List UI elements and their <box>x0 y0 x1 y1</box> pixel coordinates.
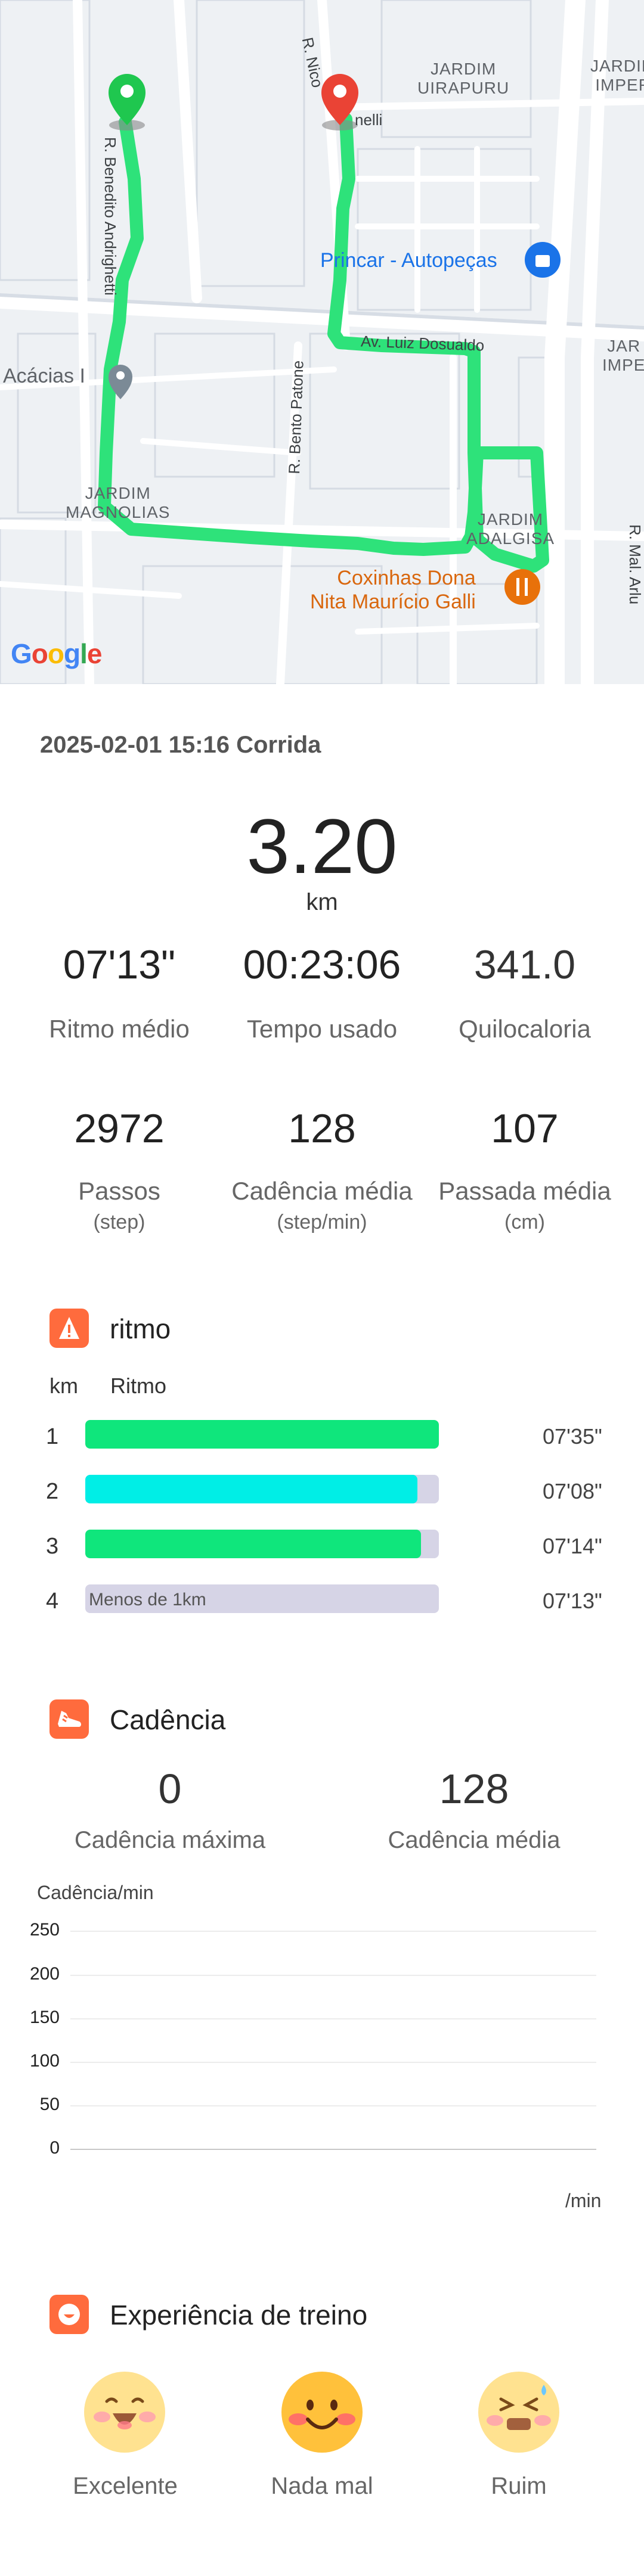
cadence-title: Cadência <box>110 1704 226 1735</box>
pace-bar-track <box>85 1420 439 1449</box>
time-used-label: Tempo usado <box>246 1015 398 1043</box>
label-jardim-imper-mid: JAR IMPE <box>602 337 644 374</box>
gridline <box>70 1975 596 1976</box>
poi-princar-label[interactable]: Princar - Autopeças <box>320 249 497 272</box>
shoe-icon <box>58 1711 81 1727</box>
label-jardim-magnolias: JARDIM MAGNOLIAS <box>66 484 171 521</box>
max-cadence-value: 0 <box>158 1766 182 1812</box>
calories-value: 341.0 <box>473 942 576 987</box>
pace-col-km: km <box>49 1374 78 1398</box>
ytick-label: 150 <box>29 2008 60 2027</box>
activity-header: 2025-02-01 15:16 Corrida <box>40 732 321 759</box>
steps-unit: (step) <box>93 1211 145 1233</box>
pace-col-pace: Ritmo <box>110 1374 167 1398</box>
steps-label: Passos <box>78 1177 160 1205</box>
gridline <box>70 2062 596 2063</box>
pace-bar-track <box>85 1530 439 1558</box>
smiling-face-icon[interactable] <box>280 2370 364 2454</box>
ytick-label: 0 <box>49 2138 60 2158</box>
experience-option-label[interactable]: Nada mal <box>250 2473 394 2500</box>
google-logo: Google <box>11 638 102 669</box>
pace-title: ritmo <box>110 1313 171 1344</box>
avg-cadence-value: 128 <box>288 1106 356 1151</box>
pace-row-km: 4 <box>46 1589 59 1614</box>
activity-type: Corrida <box>236 732 321 758</box>
pace-row-value: 07'14" <box>543 1534 602 1558</box>
calories-label: Quilocaloria <box>459 1015 591 1043</box>
gridline <box>70 2018 596 2019</box>
street-benedito-label: R. Benedito Andrighetti <box>101 137 119 296</box>
cadence-chart-ylabel: Cadência/min <box>37 1882 154 1903</box>
pace-bar-fill <box>85 1475 418 1503</box>
experience-option-label[interactable]: Ruim <box>447 2473 590 2500</box>
gridline <box>70 1931 596 1932</box>
pace-row-km: 3 <box>46 1534 59 1559</box>
label-jardim-adalgisa: JARDIM ADALGISA <box>466 510 555 548</box>
avg-stride-value: 107 <box>491 1106 559 1151</box>
cadence-section-icon <box>49 1699 89 1739</box>
experience-section-icon <box>49 2295 89 2334</box>
pace-row-value: 07'08" <box>543 1479 602 1503</box>
gridline <box>70 2105 596 2106</box>
avg-stride-unit: (cm) <box>504 1211 545 1233</box>
avg-stride-label: Passada média <box>438 1177 611 1205</box>
street-nelli-label: nelli <box>355 111 383 129</box>
warning-icon <box>59 1317 79 1339</box>
label-jardim-imper-top: JARDIM IMPER <box>590 57 644 94</box>
avg-cadence-chart-label: Cadência média <box>388 1827 561 1853</box>
experience-title: Experiência de treino <box>110 2300 368 2330</box>
avg-pace-value: 07'13" <box>63 942 176 987</box>
cadence-chart-xlabel: /min <box>565 2190 602 2211</box>
pace-bar-track: Menos de 1km <box>85 1584 439 1613</box>
distance-value: 3.20 <box>246 803 398 890</box>
avg-pace-label: Ritmo médio <box>49 1015 190 1043</box>
avg-cadence-chart-value: 128 <box>439 1766 509 1812</box>
steps-value: 2972 <box>74 1106 165 1151</box>
distance-unit: km <box>306 889 338 915</box>
ytick-label: 100 <box>29 2051 60 2071</box>
pace-bar-fill <box>85 1420 439 1449</box>
avg-cadence-label: Cadência média <box>231 1177 413 1205</box>
time-used-value: 00:23:06 <box>243 942 401 987</box>
street-bento-label: R. Bento Patone <box>285 360 307 475</box>
pace-row-note: Menos de 1km <box>89 1590 206 1609</box>
x-axis-line <box>70 2149 596 2150</box>
smile-icon <box>58 2304 80 2325</box>
route-map[interactable]: JARDIM UIRAPURU JARDIM IMPER JAR IMPE JA… <box>0 0 644 684</box>
street-mal-label: R. Mal. Arlu <box>626 524 644 605</box>
poi-coxinhas-label[interactable]: Coxinhas Dona Nita Maurício Galli <box>310 566 476 614</box>
pace-section-icon <box>49 1309 89 1348</box>
pace-row-km: 2 <box>46 1479 59 1504</box>
max-cadence-label: Cadência máxima <box>74 1827 266 1853</box>
laughing-face-icon[interactable] <box>83 2370 166 2454</box>
label-acacias: Acácias I <box>3 365 85 387</box>
ytick-label: 200 <box>29 1964 60 1984</box>
pace-bar-track <box>85 1475 439 1503</box>
ytick-label: 250 <box>29 1920 60 1940</box>
avg-cadence-unit: (step/min) <box>277 1211 367 1233</box>
experience-option-label[interactable]: Excelente <box>54 2473 197 2500</box>
pace-row-value: 07'35" <box>543 1424 602 1449</box>
pace-row-km: 1 <box>46 1424 59 1449</box>
pace-row-value: 07'13" <box>543 1589 602 1613</box>
pace-bar-fill <box>85 1530 422 1558</box>
ytick-label: 50 <box>39 2095 60 2114</box>
activity-datetime: 2025-02-01 15:16 <box>40 732 230 758</box>
tired-face-icon[interactable] <box>477 2370 561 2454</box>
label-jardim-uirapuru: JARDIM UIRAPURU <box>417 60 510 97</box>
